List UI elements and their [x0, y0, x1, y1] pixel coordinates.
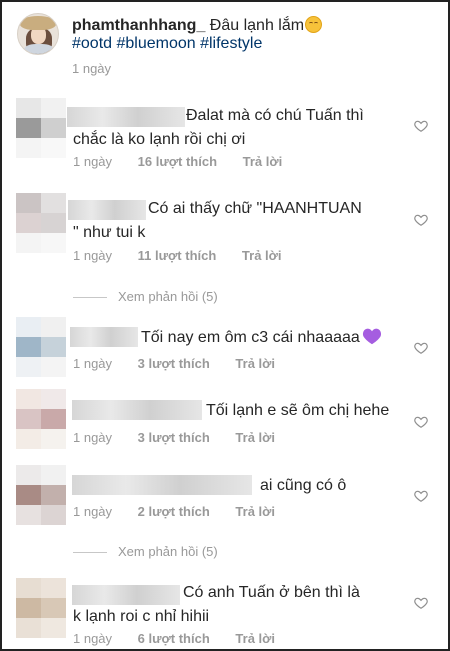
comment-text-line-1: Có ai thấy chữ "HAANHTUAN [148, 200, 362, 217]
reply-button[interactable]: Trả lời [235, 631, 275, 646]
blurred-avatar[interactable] [16, 389, 66, 449]
comment-item: Có anh Tuấn ở bên thì là k lạnh roi c nh… [2, 569, 448, 649]
comment-text-line-2: " như tui k [73, 224, 146, 241]
comment-item: Tối nay em ôm c3 cái nhaaaaa 1 ngày 3 lư… [2, 309, 448, 383]
comment-meta: 1 ngày 16 lượt thích Trả lời [73, 154, 282, 169]
smiling-face-emoji-icon [305, 16, 323, 33]
reply-button[interactable]: Trả lời [243, 154, 283, 169]
comment-time: 1 ngày [73, 356, 113, 371]
comment-meta: 1 ngày 2 lượt thích Trả lời [73, 504, 275, 519]
blurred-username[interactable] [67, 107, 185, 127]
blurred-username[interactable] [72, 400, 202, 420]
blurred-avatar[interactable] [16, 98, 66, 158]
blurred-avatar[interactable] [16, 317, 66, 377]
blurred-avatar[interactable] [16, 578, 66, 638]
comment-time: 1 ngày [73, 430, 113, 445]
blurred-username[interactable] [72, 585, 180, 605]
likes-count[interactable]: 3 lượt thích [138, 430, 210, 445]
post-caption: phamthanhhang_ Đâu lạnh lắm #ootd #bluem… [2, 2, 448, 91]
likes-count[interactable]: 2 lượt thích [138, 504, 210, 519]
likes-count[interactable]: 16 lượt thích [138, 154, 217, 169]
heart-outline-icon[interactable] [414, 596, 428, 610]
comment-text-line-1: Tối lạnh e sẽ ôm chị hehe [206, 402, 390, 419]
blurred-avatar[interactable] [16, 193, 66, 253]
comments-screenshot: phamthanhhang_ Đâu lạnh lắm #ootd #bluem… [0, 0, 450, 651]
divider-line [73, 552, 107, 554]
heart-outline-icon[interactable] [414, 415, 428, 429]
likes-count[interactable]: 6 lượt thích [138, 631, 210, 646]
comment-item: Có ai thấy chữ "HAANHTUAN " như tui k 1 … [2, 181, 448, 309]
caption-hashtags[interactable]: #ootd #bluemoon #lifestyle [72, 34, 262, 54]
comment-time: 1 ngày [73, 631, 113, 646]
blurred-username[interactable] [70, 327, 138, 347]
reply-button[interactable]: Trả lời [235, 356, 275, 371]
comment-item: ai cũng có ô 1 ngày 2 lượt thích Trả lời… [2, 457, 448, 569]
caption-line: phamthanhhang_ Đâu lạnh lắm [72, 13, 323, 36]
comment-text-line-1: Có anh Tuấn ở bên thì là [183, 584, 360, 601]
heart-outline-icon[interactable] [414, 489, 428, 503]
caption-text: Đâu lạnh lắm [209, 17, 305, 34]
comment-time: 1 ngày [73, 154, 113, 169]
heart-outline-icon[interactable] [414, 213, 428, 227]
likes-count[interactable]: 3 lượt thích [138, 356, 210, 371]
author-avatar[interactable] [17, 13, 59, 55]
reply-button[interactable]: Trả lời [242, 248, 282, 263]
caption-time: 1 ngày [72, 61, 112, 76]
comment-text-line-1: Đalat mà có chú Tuấn thì [186, 107, 364, 124]
author-username[interactable]: phamthanhhang_ [72, 17, 205, 34]
heart-outline-icon[interactable] [414, 341, 428, 355]
comment-meta: 1 ngày 11 lượt thích Trả lời [73, 248, 282, 263]
blurred-username[interactable] [72, 475, 252, 495]
comment-time: 1 ngày [73, 504, 113, 519]
heart-outline-icon[interactable] [414, 119, 428, 133]
comment-item: Đalat mà có chú Tuấn thì chắc là ko lạnh… [2, 91, 448, 181]
purple-heart-emoji-icon [362, 327, 382, 345]
blurred-avatar[interactable] [16, 465, 66, 525]
blurred-username[interactable] [68, 200, 146, 220]
reply-button[interactable]: Trả lời [235, 504, 275, 519]
comment-text-line-2: k lạnh roi c nhỉ hihii [73, 608, 210, 625]
divider-line [73, 297, 107, 299]
comment-meta: 1 ngày 6 lượt thích Trả lời [73, 631, 275, 646]
view-replies-button[interactable]: Xem phản hồi (5) [73, 289, 218, 304]
reply-button[interactable]: Trả lời [235, 430, 275, 445]
view-replies-button[interactable]: Xem phản hồi (5) [73, 544, 218, 559]
comment-item: Tối lạnh e sẽ ôm chị hehe 1 ngày 3 lượt … [2, 383, 448, 457]
comment-meta: 1 ngày 3 lượt thích Trả lời [73, 356, 275, 371]
comment-text-line-1: Tối nay em ôm c3 cái nhaaaaa [141, 324, 382, 350]
comment-text-line-1: ai cũng có ô [260, 477, 347, 494]
likes-count[interactable]: 11 lượt thích [138, 248, 217, 263]
comment-time: 1 ngày [73, 248, 113, 263]
comment-text-line-2: chắc là ko lạnh rồi chị ơi [73, 131, 246, 148]
comment-meta: 1 ngày 3 lượt thích Trả lời [73, 430, 275, 445]
